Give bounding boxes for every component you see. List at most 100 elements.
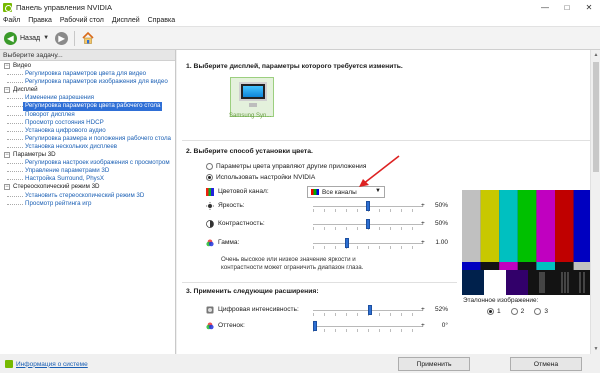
tree-item[interactable]: Просмотр состояния HDCP (0, 119, 176, 127)
tree-item[interactable]: Просмотр рейтинга игр (0, 200, 176, 208)
menu-help[interactable]: Справка (148, 17, 175, 24)
toolbar-separator (74, 30, 76, 46)
forward-arrow-icon[interactable]: ▶ (55, 31, 69, 45)
menu-file[interactable]: Файл (3, 17, 20, 24)
tree-item-label[interactable]: Регулировка параметров цвета для видео (25, 70, 146, 78)
tree-category[interactable]: − Параметры 3D (0, 151, 176, 159)
tree-category[interactable]: − Стереоскопический режим 3D (0, 183, 176, 191)
scroll-up-icon[interactable]: ▲ (591, 50, 600, 60)
back-arrow-icon[interactable]: ◀ (4, 31, 17, 45)
scroll-thumb[interactable] (593, 62, 599, 172)
collapse-toggle-icon[interactable]: − (4, 152, 10, 159)
minimize-button[interactable]: — (534, 0, 556, 14)
tree-item-label[interactable]: Регулировка настроек изображения с просм… (25, 159, 170, 167)
hue-value: 0° (441, 322, 448, 329)
brightness-value: 50% (434, 202, 448, 209)
radio-nvidia-settings[interactable]: Использовать настройки NVIDIA (206, 174, 315, 181)
tree-item[interactable]: Регулировка параметров цвета для видео (0, 70, 176, 78)
contrast-icon (206, 220, 214, 228)
tree-item-label[interactable]: Установка нескольких дисплеев (25, 143, 117, 151)
tree-item[interactable]: Регулировка параметров изображения для в… (0, 78, 176, 86)
tree-item[interactable]: Поворот дисплея (0, 111, 176, 119)
tree-item[interactable]: Установить стереоскопический режим 3D (0, 192, 176, 200)
tree-item[interactable]: Регулировка параметров цвета рабочего ст… (0, 102, 176, 111)
collapse-toggle-icon[interactable]: − (4, 63, 10, 69)
tree-category-label[interactable]: Параметры 3D (13, 151, 56, 159)
tree-category-label[interactable]: Дисплей (13, 86, 38, 94)
cancel-button[interactable]: Отмена (510, 357, 582, 371)
action-bar: Применить Отмена (177, 354, 600, 373)
apply-button[interactable]: Применить (398, 357, 470, 371)
tree-item[interactable]: Настройка Surround, PhysX (0, 175, 176, 183)
gamma-sign: + (421, 239, 425, 246)
tree-category[interactable]: − Дисплей (0, 86, 176, 94)
reference-option-2[interactable]: 2 (510, 308, 524, 315)
tree-item[interactable]: Регулировка настроек изображения с просм… (0, 159, 176, 167)
tree-item-label[interactable]: Регулировка размера и положения рабочего… (25, 135, 171, 143)
scroll-down-icon[interactable]: ▼ (591, 344, 600, 354)
display-name: Samsung Syn... (229, 113, 272, 119)
tree-item[interactable]: Изменение разрешения (0, 94, 176, 102)
tree-item-label[interactable]: Управление параметрами 3D (25, 167, 109, 175)
menu-desktop[interactable]: Рабочий стол (60, 17, 104, 24)
contrast-value: 50% (434, 220, 448, 227)
menu-display[interactable]: Дисплей (112, 17, 140, 24)
menu-bar: Файл Правка Рабочий стол Дисплей Справка (0, 14, 600, 27)
radio-nvidia-settings-label: Использовать настройки NVIDIA (216, 174, 316, 181)
tree-item[interactable]: Регулировка размера и положения рабочего… (0, 135, 176, 143)
system-info-label[interactable]: Информация о системе (16, 361, 88, 368)
tree-item-label[interactable]: Поворот дисплея (25, 111, 75, 119)
brightness-thumb[interactable] (366, 201, 370, 211)
tree-item-label[interactable]: Просмотр рейтинга игр (25, 200, 91, 208)
home-icon[interactable] (81, 31, 95, 45)
system-info-link[interactable]: Информация о системе (5, 360, 88, 368)
tree-item[interactable]: Установка цифрового аудио (0, 127, 176, 135)
digital-vibrance-value: 52% (434, 306, 448, 313)
task-navigation-pane: Выберите задачу... − Видео Регулировка пар… (0, 50, 176, 354)
reference-option-1[interactable]: 1 (487, 308, 501, 315)
task-header: Выберите задачу... (0, 50, 175, 61)
display-selector[interactable] (230, 77, 274, 117)
reference-option-3-dot[interactable] (534, 308, 542, 315)
history-dropdown-icon[interactable]: ▼ (43, 35, 49, 41)
window-title: Панель управления NVIDIA (16, 2, 112, 12)
close-button[interactable]: ✕ (578, 0, 600, 14)
contrast-thumb[interactable] (366, 219, 370, 229)
collapse-toggle-icon[interactable]: − (4, 184, 10, 191)
collapse-toggle-icon[interactable]: − (4, 87, 10, 94)
gamma-value: 1.00 (435, 239, 448, 246)
brightness-label: Яркость: (218, 202, 245, 209)
gamma-thumb[interactable] (344, 238, 349, 248)
tree-category[interactable]: − Видео (0, 62, 176, 70)
tree-item-label[interactable]: Просмотр состояния HDCP (25, 119, 104, 127)
tree-item[interactable]: Установка нескольких дисплеев (0, 143, 176, 151)
back-button-label[interactable]: Назад (20, 35, 40, 42)
radio-nvidia-settings-dot[interactable] (206, 174, 213, 181)
tree-item[interactable]: Управление параметрами 3D (0, 167, 176, 175)
tree-item-label[interactable]: Настройка Surround, PhysX (25, 175, 104, 183)
reference-option-3[interactable]: 3 (534, 308, 548, 315)
gamma-icon (206, 239, 214, 247)
contrast-sign: + (421, 220, 425, 227)
radio-other-apps[interactable]: Параметры цвета управляют другие приложе… (206, 163, 366, 170)
radio-other-apps-dot[interactable] (206, 163, 213, 170)
gamma-track[interactable] (313, 243, 423, 244)
tree-item-label[interactable]: Изменение разрешения (25, 94, 94, 102)
reference-option-3-label: 3 (544, 308, 549, 315)
vertical-scrollbar[interactable]: ▲ ▼ (590, 50, 600, 354)
reference-option-1-dot[interactable] (487, 308, 494, 315)
tree-item-label[interactable]: Установка цифрового аудио (25, 127, 106, 135)
digital-vibrance-thumb[interactable] (368, 305, 373, 315)
hue-track[interactable] (313, 326, 423, 327)
maximize-button[interactable]: □ (556, 0, 578, 14)
tree-category-label[interactable]: Видео (13, 62, 31, 70)
tree-item-label[interactable]: Регулировка параметров изображения для в… (25, 78, 168, 86)
monitor-icon (239, 82, 267, 101)
menu-edit[interactable]: Правка (28, 17, 52, 24)
tree-item-label[interactable]: Регулировка параметров цвета рабочего ст… (23, 102, 163, 111)
tree-category-label[interactable]: Стереоскопический режим 3D (13, 183, 100, 191)
hue-thumb[interactable] (313, 321, 317, 331)
tree-item-label[interactable]: Установить стереоскопический режим 3D (25, 192, 144, 200)
info-icon (5, 360, 13, 368)
reference-option-2-dot[interactable] (510, 308, 518, 315)
